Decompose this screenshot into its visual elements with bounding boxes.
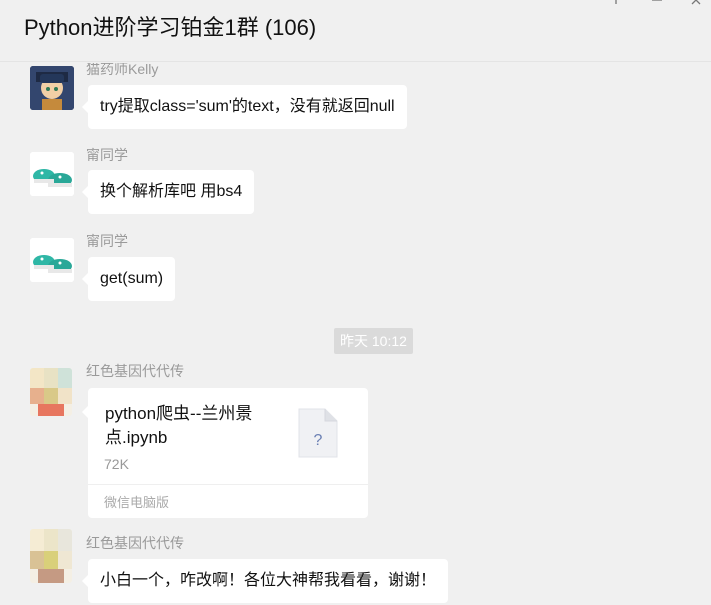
message-bubble[interactable]: 换个解析库吧 用bs4 xyxy=(81,170,255,214)
divider xyxy=(88,484,368,485)
file-size: 72K xyxy=(104,456,129,472)
message-sender: 红色基因代代传 xyxy=(86,535,184,551)
timestamp: 昨天 10:12 xyxy=(334,328,413,354)
title-bar: Python进阶学习铂金1群 (106) xyxy=(0,0,711,62)
file-name: python爬虫--兰州景点.ipynb xyxy=(105,404,253,447)
green-shoes-avatar[interactable] xyxy=(30,238,74,282)
chat-area[interactable]: 猫药师Kelly try提取class='sum'的text，没有就返回null… xyxy=(0,63,711,605)
file-source: 微信电脑版 xyxy=(104,495,170,510)
file-card[interactable]: python爬虫--兰州景点.ipynb 72K 微信电脑版 ? xyxy=(82,388,368,518)
blurred-avatar[interactable] xyxy=(30,368,72,416)
chat-title: Python进阶学习铂金1群 (106) xyxy=(24,15,317,40)
message-bubble[interactable]: get(sum) xyxy=(81,257,176,301)
message-bubble[interactable]: 小白一个，咋改啊！各位大神帮我看看，谢谢！ xyxy=(81,559,449,603)
message-sender: 红色基因代代传 xyxy=(86,363,184,379)
message-sender: 猫药师Kelly xyxy=(86,63,159,77)
cartoon-girl-avatar[interactable] xyxy=(30,66,74,110)
message-sender: 甯同学 xyxy=(86,233,128,249)
message-bubble[interactable]: try提取class='sum'的text，没有就返回null xyxy=(82,85,407,129)
file-icon-glyph: ? xyxy=(314,432,323,449)
unknown-file-icon: ? xyxy=(298,408,338,458)
green-shoes-avatar[interactable] xyxy=(30,152,74,196)
pin-icon[interactable] xyxy=(610,0,622,9)
minimize-icon[interactable] xyxy=(651,0,663,9)
close-icon[interactable] xyxy=(690,0,702,9)
blurred-avatar[interactable] xyxy=(30,529,72,583)
message-sender: 甯同学 xyxy=(86,147,128,163)
